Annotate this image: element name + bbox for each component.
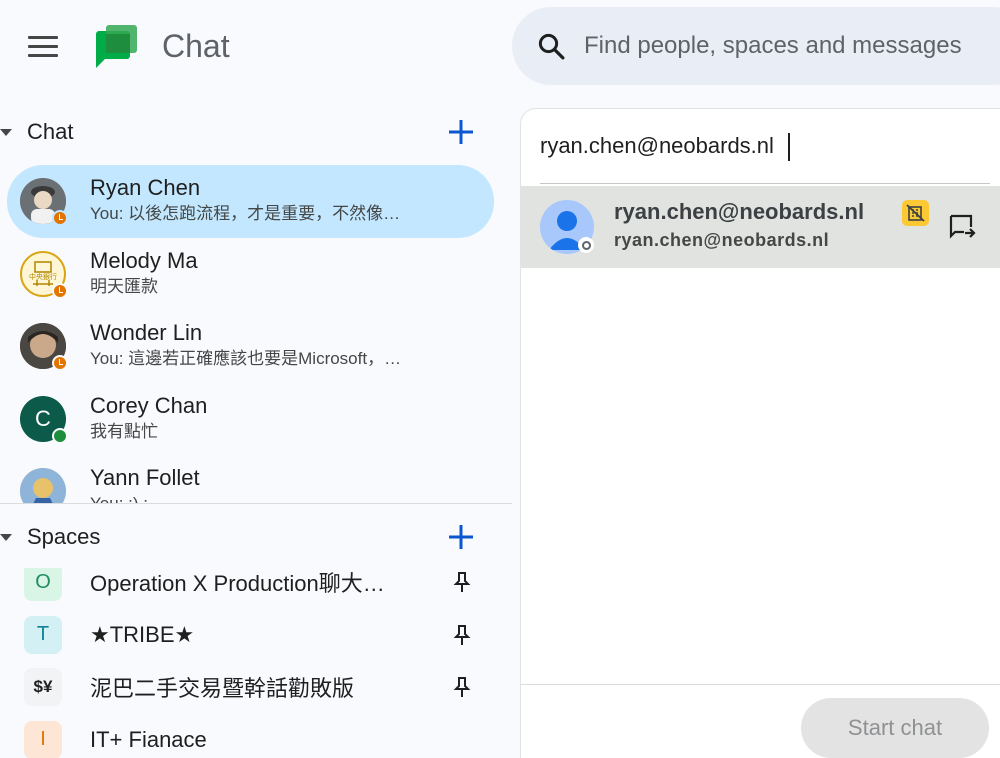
chat-preview: You: 這邊若正確應該也要是Microsoft，… — [90, 349, 402, 368]
avatar — [20, 468, 66, 504]
chat-name: Wonder Lin — [90, 320, 203, 345]
chat-item-ryan-chen[interactable]: Ryan Chen You: 以後怎跑流程，才是重要，不然像… — [7, 165, 494, 238]
start-chat-button[interactable]: Start chat — [801, 698, 989, 758]
chat-name: Ryan Chen — [90, 175, 201, 200]
space-item[interactable]: O Operation X Production聊大… — [0, 568, 512, 609]
plus-icon — [449, 525, 473, 549]
suggestion-row[interactable]: ryan.chen@neobards.nl ryan.chen@neobards… — [521, 186, 1000, 268]
avatar — [20, 178, 68, 227]
space-item[interactable]: $¥ 泥巴二手交易暨幹話勸敗版 — [0, 661, 512, 714]
chat-item-corey-chan[interactable]: C Corey Chan 我有點忙 — [0, 383, 512, 456]
footer-divider — [521, 684, 1000, 685]
menu-bar — [28, 53, 58, 57]
new-chat-button[interactable] — [443, 114, 479, 150]
collapse-caret-icon[interactable] — [0, 533, 12, 541]
space-badge: O — [24, 568, 62, 602]
pin-icon[interactable] — [452, 676, 472, 698]
menu-bar — [28, 44, 58, 48]
online-status-icon — [52, 427, 68, 444]
open-chat-icon[interactable] — [948, 214, 976, 240]
spaces-section-header[interactable]: Spaces — [0, 509, 512, 565]
chat-preview: 我有點忙 — [90, 421, 158, 441]
space-name: ★TRIBE★ — [90, 621, 195, 647]
chat-name: Corey Chan — [90, 392, 208, 418]
search-input[interactable] — [584, 32, 1000, 60]
chat-logo-icon — [96, 25, 137, 68]
suggestion-email: ryan.chen@neobards.nl — [614, 230, 830, 250]
menu-bar — [28, 35, 58, 39]
search-icon — [534, 29, 568, 63]
spaces-section-title: Spaces — [27, 524, 101, 549]
chat-name: Melody Ma — [90, 247, 198, 273]
search-bar[interactable] — [512, 7, 1000, 85]
avatar — [20, 323, 68, 372]
space-badge: $¥ — [24, 668, 62, 707]
avatar: C — [20, 395, 68, 444]
plus-icon — [449, 120, 473, 144]
pin-icon[interactable] — [452, 571, 472, 593]
away-status-icon — [52, 282, 68, 299]
space-item[interactable]: T ★TRIBE★ — [0, 609, 512, 662]
avatar: 中央銀行 — [20, 250, 68, 299]
collapse-caret-icon[interactable] — [0, 128, 12, 136]
space-item[interactable]: I IT+ Fianace — [0, 714, 512, 758]
pin-icon[interactable] — [452, 624, 472, 646]
space-badge: T — [24, 615, 62, 654]
chat-item-yann-follet[interactable]: Yann Follet You: :) : — [0, 455, 512, 504]
chat-name: Yann Follet — [90, 465, 200, 490]
offline-status-icon — [578, 237, 594, 253]
space-badge: I — [24, 720, 62, 758]
space-name: IT+ Fianace — [90, 726, 207, 752]
svg-text:中央銀行: 中央銀行 — [29, 272, 57, 281]
chat-preview: 明天匯款 — [90, 276, 158, 296]
chat-list: Ryan Chen You: 以後怎跑流程，才是重要，不然像… 中央銀行 Mel… — [0, 162, 512, 504]
character-avatar-icon — [20, 468, 66, 504]
chat-section-title: Chat — [27, 119, 74, 144]
spaces-list: O Operation X Production聊大… T ★TRIBE★ $¥… — [0, 568, 512, 758]
text-cursor — [788, 133, 790, 161]
away-status-icon — [52, 355, 68, 372]
external-org-icon — [902, 200, 929, 226]
input-underline — [540, 183, 990, 184]
app-title: Chat — [162, 28, 230, 64]
recipient-input[interactable] — [540, 133, 980, 159]
new-chat-panel: ryan.chen@neobards.nl ryan.chen@neobards… — [520, 108, 1000, 758]
suggestion-name: ryan.chen@neobards.nl — [614, 199, 865, 224]
chat-preview: You: 以後怎跑流程，才是重要，不然像… — [90, 204, 401, 223]
chat-item-wonder-lin[interactable]: Wonder Lin You: 這邊若正確應該也要是Microsoft，… — [0, 310, 512, 383]
section-divider — [0, 503, 512, 504]
space-name: 泥巴二手交易暨幹話勸敗版 — [90, 676, 355, 702]
main-menu-button[interactable] — [22, 28, 64, 64]
chat-section-header[interactable]: Chat — [0, 104, 512, 160]
chat-item-melody-ma[interactable]: 中央銀行 Melody Ma 明天匯款 — [0, 238, 512, 311]
away-status-icon — [52, 210, 68, 227]
space-name: Operation X Production聊大… — [90, 571, 385, 597]
new-space-button[interactable] — [443, 519, 479, 555]
